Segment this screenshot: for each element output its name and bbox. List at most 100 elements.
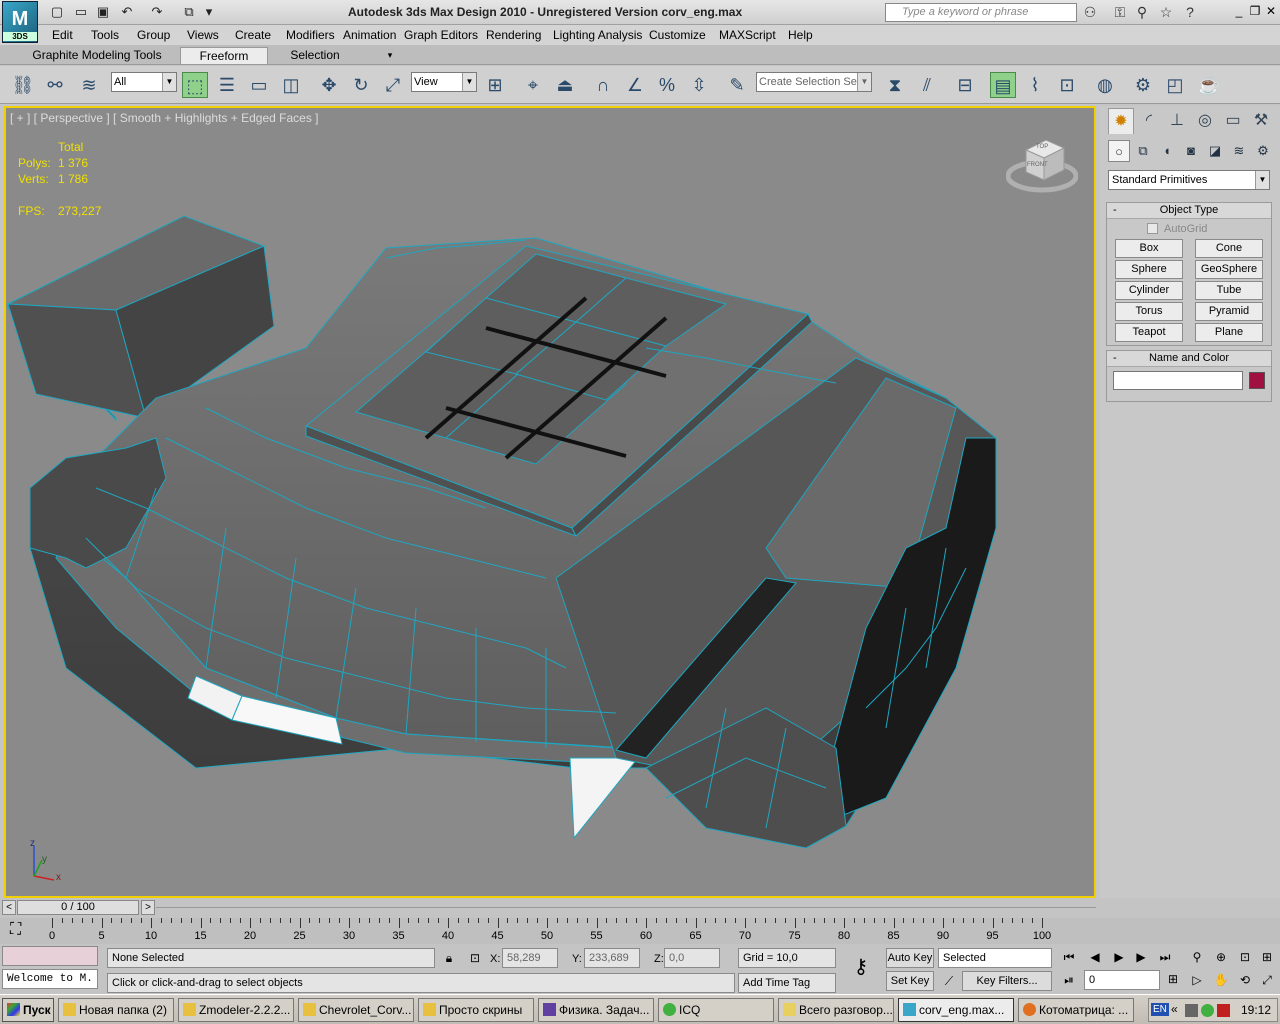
primitive-category-dropdown[interactable]: Standard Primitives ▼ [1108, 170, 1270, 190]
zoom-extents-all-icon[interactable]: ⊞ [1258, 948, 1276, 966]
tray-expand-icon[interactable]: « [1171, 1002, 1178, 1016]
menu-lighting-analysis[interactable]: Lighting Analysis [553, 28, 642, 42]
minimize-button[interactable]: _ [1232, 4, 1246, 19]
add-time-tag-button[interactable]: Add Time Tag [738, 973, 836, 993]
start-button[interactable]: Пуск [2, 998, 54, 1022]
track-ruler[interactable]: 0 5 10 15 20 25 30 35 40 45 50 55 60 65 70 75 80 85 90 95 10… [49, 918, 1052, 944]
task-folder-novaya-papka[interactable]: Новая папка (2) [58, 998, 174, 1022]
menu-maxscript[interactable]: MAXScript [719, 28, 776, 42]
subscription-key-icon[interactable]: ⚿ [1110, 3, 1130, 21]
render-setup-icon[interactable]: ⚙ [1130, 72, 1156, 98]
default-tangents-icon[interactable]: ⟋ [940, 972, 958, 990]
task-chat[interactable]: Всего разговор... [778, 998, 894, 1022]
selection-lock-icon[interactable]: 🔒︎ [440, 949, 458, 967]
sphere-button[interactable]: Sphere [1115, 260, 1183, 279]
favorites-star-icon[interactable]: ☆ [1156, 3, 1176, 21]
select-by-name-icon[interactable]: ☰ [214, 72, 240, 98]
select-and-scale-icon[interactable]: ⤢ [380, 72, 406, 98]
systems-icon[interactable]: ⚙ [1252, 140, 1274, 162]
task-icq[interactable]: ICQ [658, 998, 774, 1022]
infocenter-binoculars-icon[interactable]: ⚇ [1080, 3, 1100, 21]
maximize-viewport-icon[interactable]: ⤢ [1258, 971, 1276, 989]
zoom-icon[interactable]: ⚲ [1188, 948, 1206, 966]
undo-icon[interactable]: ↶ [118, 4, 136, 20]
autogrid-checkbox[interactable]: AutoGrid [1147, 223, 1207, 235]
quick-access-dropdown-icon[interactable]: ▾ [200, 4, 218, 20]
open-file-icon[interactable]: ▭ [72, 4, 90, 20]
key-mode-toggle-icon[interactable]: ⏯ [1060, 971, 1078, 989]
auto-key-button[interactable]: Auto Key [886, 948, 934, 968]
select-manipulate-icon[interactable]: ⌖ [520, 72, 546, 98]
select-object-icon[interactable]: ⬚ [182, 72, 208, 98]
search-input[interactable]: Type a keyword or phrase [885, 3, 1077, 22]
perspective-viewport[interactable]: [ + ] [ Perspective ] [ Smooth + Highlig… [4, 106, 1096, 898]
percent-snap-icon[interactable]: % [654, 72, 680, 98]
pyramid-button[interactable]: Pyramid [1195, 302, 1263, 321]
lights-icon[interactable]: ◖ [1156, 140, 1178, 162]
project-folder-icon[interactable]: ⧉ [180, 4, 198, 20]
name-and-color-header[interactable]: - Name and Color [1107, 351, 1271, 367]
teapot-button[interactable]: Teapot [1115, 323, 1183, 342]
new-file-icon[interactable]: ▢ [48, 4, 66, 20]
key-filters-button[interactable]: Key Filters... [962, 971, 1052, 991]
tab-freeform[interactable]: Freeform [180, 47, 268, 64]
space-warps-icon[interactable]: ≋ [1228, 140, 1250, 162]
viewport-label[interactable]: [ + ] [ Perspective ] [ Smooth + Highlig… [10, 111, 319, 125]
zoom-extents-icon[interactable]: ⊡ [1236, 948, 1254, 966]
pan-view-icon[interactable]: ✋ [1212, 971, 1230, 989]
redo-icon[interactable]: ↷ [148, 4, 166, 20]
maxscript-listener-mini[interactable] [2, 946, 98, 966]
mirror-icon[interactable]: ⧗ [882, 72, 908, 98]
menu-modifiers[interactable]: Modifiers [286, 28, 335, 42]
pivot-center-icon[interactable]: ⊞ [482, 72, 508, 98]
tab-selection[interactable]: Selection [282, 47, 348, 64]
menu-views[interactable]: Views [187, 28, 219, 42]
x-coordinate-input[interactable]: 58,289 [502, 948, 558, 968]
menu-customize[interactable]: Customize [649, 28, 706, 42]
ribbon-options-icon[interactable]: ▾ [382, 47, 398, 64]
curve-editor-icon[interactable]: ⌇ [1022, 72, 1048, 98]
tube-button[interactable]: Tube [1195, 281, 1263, 300]
current-frame-input[interactable]: 0 [1084, 970, 1160, 990]
task-firefox[interactable]: Котоматрица: ... [1018, 998, 1134, 1022]
menu-graph-editors[interactable]: Graph Editors [404, 28, 478, 42]
rectangular-selection-icon[interactable]: ▭ [246, 72, 272, 98]
cylinder-button[interactable]: Cylinder [1115, 281, 1183, 300]
bind-space-warp-icon[interactable]: ≋ [76, 72, 102, 98]
help-icon[interactable]: ? [1180, 3, 1200, 21]
layer-manager-icon[interactable]: ⊟ [952, 72, 978, 98]
time-configuration-icon[interactable]: ⊞ [1164, 970, 1182, 988]
keyboard-shortcut-override-icon[interactable]: ⏏ [552, 72, 578, 98]
cone-button[interactable]: Cone [1195, 239, 1263, 258]
absolute-mode-transform-icon[interactable]: ⊡ [466, 949, 484, 967]
key-mode-dropdown[interactable]: Selected [938, 948, 1052, 968]
snaps-toggle-icon[interactable]: ∩ [590, 72, 616, 98]
reference-coordinate-dropdown[interactable]: View ▼ [411, 72, 477, 92]
menu-edit[interactable]: Edit [52, 28, 73, 42]
named-selection-sets-dropdown[interactable]: Create Selection Se ▼ [756, 72, 872, 92]
display-tab-icon[interactable]: ▭ [1220, 108, 1246, 134]
close-button[interactable]: ✕ [1264, 4, 1278, 19]
task-folder-screens[interactable]: Просто скрины [418, 998, 534, 1022]
menu-group[interactable]: Group [137, 28, 170, 42]
app-logo-button[interactable]: M 3DS [2, 1, 38, 43]
task-physics[interactable]: Физика. Задач... [538, 998, 654, 1022]
play-icon[interactable]: ▶ [1110, 948, 1128, 966]
rim-highlight-gap[interactable] [569, 757, 640, 840]
next-frame-arrow-icon[interactable]: > [141, 900, 155, 915]
previous-frame-arrow-icon[interactable]: < [2, 900, 16, 915]
geometry-icon[interactable]: ○ [1108, 140, 1130, 162]
box-button[interactable]: Box [1115, 239, 1183, 258]
task-3dsmax[interactable]: corv_eng.max... [898, 998, 1014, 1022]
render-production-icon[interactable]: ☕ [1196, 72, 1222, 98]
material-editor-icon[interactable]: ◍ [1092, 72, 1118, 98]
task-folder-zmodeler[interactable]: Zmodeler-2.2.2... [178, 998, 294, 1022]
zoom-all-icon[interactable]: ⊕ [1212, 948, 1230, 966]
window-crossing-icon[interactable]: ◫ [278, 72, 304, 98]
selection-filter-dropdown[interactable]: All ▼ [111, 72, 177, 92]
menu-tools[interactable]: Tools [91, 28, 119, 42]
previous-frame-icon[interactable]: ◀ [1086, 948, 1104, 966]
edit-named-selection-icon[interactable]: ✎ [724, 72, 750, 98]
object-name-input[interactable] [1113, 371, 1243, 390]
align-icon[interactable]: ⫽ [914, 72, 940, 98]
